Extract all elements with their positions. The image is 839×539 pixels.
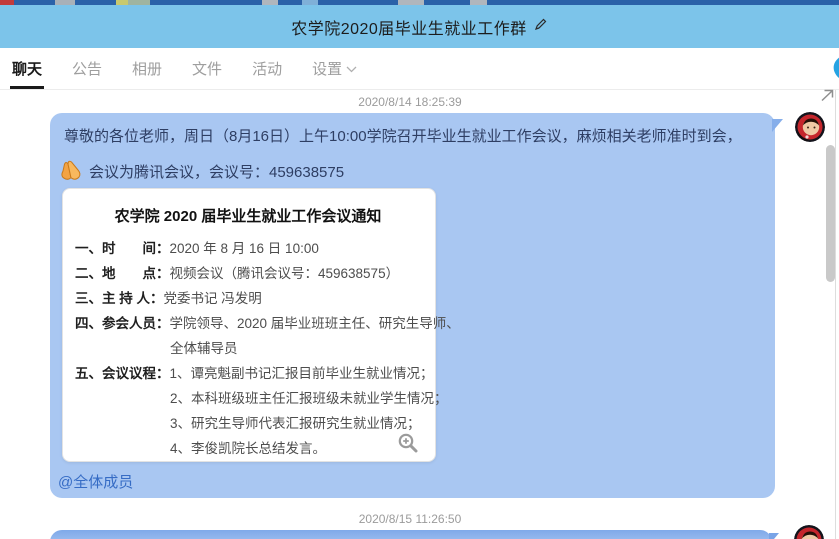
notice-row-attendees-cont: 全体辅导员 xyxy=(75,336,421,361)
notice-row-value: 2、本科班级班主任汇报班级未就业学生情况； xyxy=(170,391,448,406)
bubble-tail xyxy=(769,533,779,539)
tab-chat[interactable]: 聊天 xyxy=(10,48,44,89)
notice-row-value: 视频会议（腾讯会议号：459638575） xyxy=(170,266,400,281)
tab-bar: 聊天 公告 相册 文件 活动 设置 xyxy=(0,48,839,90)
tab-announcements-label: 公告 xyxy=(72,58,102,79)
notice-row-agenda: 五、会议议程：1、谭亮魁副书记汇报目前毕业生就业情况； xyxy=(75,361,421,386)
notice-row-attendees: 四、参会人员：学院领导、2020 届毕业班班主任、研究生导师、 xyxy=(75,311,421,336)
tab-activities-label: 活动 xyxy=(252,58,282,79)
message-bubble: 尊敬的各位老师，周日（8月16日）上午10:00学院召开毕业生就业工作会议，麻烦… xyxy=(50,113,775,498)
avatar[interactable] xyxy=(794,525,824,539)
message-text-line1: 尊敬的各位老师，周日（8月16日）上午10:00学院召开毕业生就业工作会议，麻烦… xyxy=(64,126,764,148)
notice-row-host: 三、主 持 人：党委书记 冯发明 xyxy=(75,286,421,311)
notice-row-value: 4、李俊凯院长总结发言。 xyxy=(170,441,326,456)
message-text-line2-text: 会议为腾讯会议，会议号：459638575 xyxy=(89,161,344,182)
tab-activities[interactable]: 活动 xyxy=(250,48,284,89)
notice-row-time: 一、时 间：2020 年 8 月 16 日 10:00 xyxy=(75,236,421,261)
notice-row-value: 2020 年 8 月 16 日 10:00 xyxy=(170,241,319,256)
notice-row-agenda-3: 3、研究生导师代表汇报研究生就业情况； xyxy=(75,411,421,436)
notice-title: 农学院 2020 届毕业生就业工作会议通知 xyxy=(75,205,421,226)
content-right-border xyxy=(835,90,836,539)
tab-chat-label: 聊天 xyxy=(12,58,42,79)
mention-all-link[interactable]: @全体成员 xyxy=(58,471,133,492)
notice-row-value: 全体辅导员 xyxy=(170,341,238,356)
folded-hands-emoji xyxy=(58,156,84,186)
notice-row-label: 五、会议议程： xyxy=(75,366,170,381)
tab-settings-label: 设置 xyxy=(312,58,342,79)
avatar[interactable] xyxy=(795,112,825,142)
notice-row-label: 四、参会人员： xyxy=(75,316,170,331)
title-wrap: 农学院2020届毕业生就业工作群 xyxy=(291,15,548,39)
timestamp: 2020/8/15 11:26:50 xyxy=(0,512,820,526)
corner-arrow-icon[interactable] xyxy=(820,88,835,107)
notice-row-agenda-4: 4、李俊凯院长总结发言。 xyxy=(75,436,421,461)
tab-announcements[interactable]: 公告 xyxy=(70,48,104,89)
tab-album-label: 相册 xyxy=(132,58,162,79)
tab-files-label: 文件 xyxy=(192,58,222,79)
tab-files[interactable]: 文件 xyxy=(190,48,224,89)
notice-row-label: 二、地 点： xyxy=(75,266,170,281)
chevron-down-icon xyxy=(346,60,357,77)
tab-album[interactable]: 相册 xyxy=(130,48,164,89)
notice-row-value: 3、研究生导师代表汇报研究生就业情况； xyxy=(170,416,421,431)
scrollbar-thumb[interactable] xyxy=(826,145,835,282)
header: 农学院2020届毕业生就业工作群 xyxy=(0,5,839,48)
notice-row-agenda-2: 2、本科班级班主任汇报班级未就业学生情况； xyxy=(75,386,421,411)
notice-row-value: 1、谭亮魁副书记汇报目前毕业生就业情况； xyxy=(170,366,434,381)
notice-row-label: 三、主 持 人： xyxy=(75,291,164,306)
bubble-tail xyxy=(772,119,783,132)
notice-row-label: 一、时 间： xyxy=(75,241,170,256)
zoom-in-icon[interactable] xyxy=(397,432,419,459)
notice-row-place: 二、地 点：视频会议（腾讯会议号：459638575） xyxy=(75,261,421,286)
message-bubble-partial xyxy=(50,530,772,539)
edit-title-icon[interactable] xyxy=(533,17,548,37)
notice-row-value: 党委书记 冯发明 xyxy=(164,291,262,306)
group-chat-window: 农学院2020届毕业生就业工作群 聊天 公告 相册 文件 活动 设置 2020/… xyxy=(0,0,839,539)
notice-card-image[interactable]: 农学院 2020 届毕业生就业工作会议通知 一、时 间：2020 年 8 月 1… xyxy=(62,188,436,462)
page-title: 农学院2020届毕业生就业工作群 xyxy=(291,15,527,39)
tab-settings[interactable]: 设置 xyxy=(310,48,359,89)
notice-row-value: 学院领导、2020 届毕业班班主任、研究生导师、 xyxy=(170,316,460,331)
timestamp: 2020/8/14 18:25:39 xyxy=(0,95,820,109)
blue-float-icon[interactable] xyxy=(828,52,839,87)
message-text-line2: 会议为腾讯会议，会议号：459638575 xyxy=(58,156,344,186)
